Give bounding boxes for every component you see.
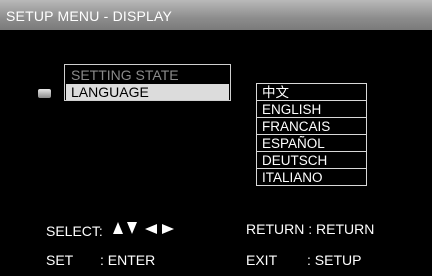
arrow-up-icon — [113, 222, 123, 234]
exit-key-label: EXIT — [246, 252, 278, 268]
menu-item-setting-state[interactable]: SETTING STATE — [66, 67, 229, 83]
language-option-deutsch[interactable]: DEUTSCH — [257, 152, 366, 169]
language-option-english[interactable]: ENGLISH — [257, 101, 366, 118]
language-list: 中文 ENGLISH FRANCAIS ESPAÑOL DEUTSCH ITAL… — [256, 83, 367, 186]
language-option-francais[interactable]: FRANCAIS — [257, 118, 366, 135]
title-bar: SETUP MENU - DISPLAY — [0, 0, 432, 30]
language-option-italiano[interactable]: ITALIANO — [257, 169, 366, 185]
menu-item-language[interactable]: LANGUAGE — [66, 84, 229, 100]
arrow-down-icon — [127, 222, 137, 234]
exit-action-label: : SETUP — [307, 252, 362, 268]
language-option-chinese[interactable]: 中文 — [257, 84, 366, 101]
select-hint-label: SELECT: — [46, 223, 103, 239]
arrow-left-icon — [145, 224, 157, 234]
cursor-bullet-icon — [38, 89, 51, 98]
language-option-espanol[interactable]: ESPAÑOL — [257, 135, 366, 152]
set-action-label: : ENTER — [100, 252, 156, 268]
page-title: SETUP MENU - DISPLAY — [6, 8, 173, 24]
setup-screen: SETUP MENU - DISPLAY SETTING STATE LANGU… — [0, 0, 432, 276]
return-hint: RETURN : RETURN — [246, 221, 375, 237]
set-key-label: SET — [46, 252, 74, 268]
arrow-right-icon — [162, 224, 174, 234]
settings-menu: SETTING STATE LANGUAGE — [64, 64, 231, 101]
